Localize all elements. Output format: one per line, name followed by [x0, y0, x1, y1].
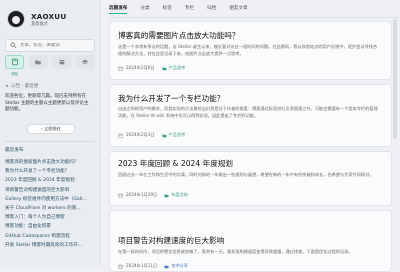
tab-archive[interactable]: 归档: [207, 0, 216, 17]
search-box[interactable]: [5, 39, 95, 52]
box-icon: [59, 60, 65, 65]
post-date: 2024年2月6日: [126, 65, 155, 70]
recent-post-link[interactable]: GitHub Codespaces 构建流程: [5, 232, 97, 241]
tab-topics[interactable]: 专栏: [185, 0, 194, 17]
brand-subtitle: 我是我才: [31, 20, 48, 26]
post-category[interactable]: 产品思考: [162, 132, 186, 138]
post-card[interactable]: 我为什么开发了一个专栏功能？ 自由达到的用户的需求，而其实现的方法最恰当仍然是对…: [109, 84, 392, 147]
post-category-label: 产品思考: [168, 132, 186, 137]
quick-link-labels: 博客: [5, 71, 95, 76]
post-category[interactable]: 年度总结: [164, 192, 188, 198]
post-title[interactable]: 2023 年度回顾 & 2024 年度规划: [118, 158, 233, 169]
quick-link-folder[interactable]: [28, 55, 48, 69]
recent-post-link[interactable]: 博客入门：每个人为自己博客: [5, 213, 97, 222]
post-date: 2024年2月3日: [126, 132, 155, 137]
quick-link-box[interactable]: [52, 55, 72, 69]
layers-icon: [82, 59, 89, 65]
folder-icon: [164, 194, 169, 197]
sidebar: XAOXUU 我是我才 文章、标签、关键词 博客 公告 · 最近更 欢迎各位，更…: [0, 0, 101, 266]
recent-post-link[interactable]: 开发 Stellar 博客时期高效的工作开...: [5, 241, 97, 250]
quick-link-layers[interactable]: [75, 55, 95, 69]
tab-friends[interactable]: 朋友文章: [229, 0, 247, 17]
post-excerpt: 自由达到的用户的需求，而其实现的方法最恰当仍然是对于作者的角度：博客通过标签进行…: [118, 106, 378, 118]
calendar-icon: [118, 193, 123, 198]
post-title[interactable]: 我为什么开发了一个专栏功能？: [118, 93, 224, 104]
book-icon: [11, 58, 18, 66]
post-card[interactable]: 2023 年度回顾 & 2024 年度规划 回顾过去一年在工作和生活中的点滴，同…: [109, 151, 392, 206]
folder-icon: [164, 265, 169, 268]
announcement-header-label: 公告 · 最近更: [11, 84, 39, 89]
tab-tags[interactable]: 标签: [163, 0, 172, 17]
post-card[interactable]: 博客真的需要图片点击放大功能吗？ 这是一个非常有争议的话题，自 Stellar …: [109, 21, 392, 80]
divider: [5, 141, 95, 142]
search-input[interactable]: [17, 43, 90, 48]
post-excerpt: 在我一段时间内，项目的警告信息被忽略了，直到有一天，我发现构建速度变得异常缓慢，…: [118, 249, 353, 254]
post-category[interactable]: 技术分享: [164, 263, 188, 269]
post-category-label: 产品思考: [168, 65, 186, 70]
announcement-text: 欢迎各位，更新得几篇。现已支持所有在 Stellar 主题的主题以主题更新以及评…: [5, 94, 89, 112]
search-icon: [10, 42, 17, 49]
recent-post-link[interactable]: 博客功能：自由化积累: [5, 222, 97, 231]
quick-link-label: [29, 71, 48, 76]
quick-link-blog[interactable]: [5, 55, 24, 69]
announcement-button[interactable]: › 立即前往: [27, 124, 75, 134]
recent-post-link[interactable]: Gallery 标签组件内使用方法中（Gall...: [5, 195, 97, 204]
calendar-icon: [118, 66, 123, 71]
post-title[interactable]: 博客真的需要图片点击放大功能吗？: [118, 30, 240, 41]
post-meta: 2024年1月29日 年度总结: [118, 192, 188, 198]
post-date: 2024年1月29日: [126, 192, 158, 197]
quick-link-label: [52, 71, 71, 76]
announcement-header: 公告 · 最近更: [5, 83, 38, 89]
post-meta: 2024年2月6日 产品思考: [118, 65, 185, 71]
recent-post-link[interactable]: 关于 CloudFlare 对 workers 的限...: [5, 204, 97, 213]
recent-post-link[interactable]: 我为什么开发了一个专栏功能？: [5, 167, 97, 176]
recent-post-link[interactable]: 2023 年度回顾 & 2024 年度规划: [5, 176, 97, 185]
post-category[interactable]: 产品思考: [162, 65, 186, 71]
avatar[interactable]: [7, 10, 25, 28]
tab-categories[interactable]: 分类: [140, 0, 149, 17]
brand-name[interactable]: XAOXUU: [31, 12, 66, 21]
calendar-icon: [118, 133, 123, 138]
recent-header-label: 最近发布: [5, 148, 24, 153]
main-tabs: 近期发布 分类 标签 专栏 归档 朋友文章: [109, 0, 400, 18]
post-category-label: 技术分享: [171, 263, 188, 268]
folder-icon: [162, 134, 167, 137]
brand[interactable]: XAOXUU 我是我才: [0, 0, 100, 28]
folder-icon: [35, 60, 41, 65]
recent-header: 最近发布: [5, 147, 23, 153]
scrollbar[interactable]: [393, 19, 397, 139]
calendar-icon: [118, 264, 123, 269]
bell-icon: [5, 84, 9, 87]
arrow-right-icon: ›: [41, 126, 43, 131]
announcement-button-label: 立即前往: [44, 126, 61, 131]
post-title[interactable]: 项目警告对构建速度的巨大影响: [118, 235, 224, 246]
post-excerpt: 这是一个非常有争议的话题，自 Stellar 诞生以来，被反复讨论过一段时间的问…: [118, 44, 378, 56]
post-date: 2024年1月11日: [126, 263, 158, 268]
recent-post-link[interactable]: 博客高的搜索图片点击放大功能吗？: [5, 158, 97, 167]
post-meta: 2024年2月3日 产品思考: [118, 132, 185, 138]
post-meta: 2024年1月11日 技术分享: [118, 263, 188, 269]
quick-links: [5, 55, 95, 70]
recent-post-link[interactable]: 项目警告对构建速度的巨大影响: [5, 186, 97, 195]
folder-icon: [162, 67, 167, 70]
quick-link-label: [76, 71, 95, 76]
recent-posts-list: 博客高的搜索图片点击放大功能吗？ 我为什么开发了一个专栏功能？ 2023 年度回…: [5, 158, 97, 250]
post-category-label: 年度总结: [171, 192, 188, 197]
post-card[interactable]: 项目警告对构建速度的巨大影响 在我一段时间内，项目的警告信息被忽略了，直到有一天…: [109, 210, 392, 272]
tab-recent[interactable]: 近期发布: [109, 0, 128, 17]
quick-link-label: 博客: [11, 72, 18, 76]
post-excerpt: 回顾过去一年在工作和生活中的点滴，同时对新的一年做出一些规划与展望，希望在新的一…: [118, 172, 374, 177]
